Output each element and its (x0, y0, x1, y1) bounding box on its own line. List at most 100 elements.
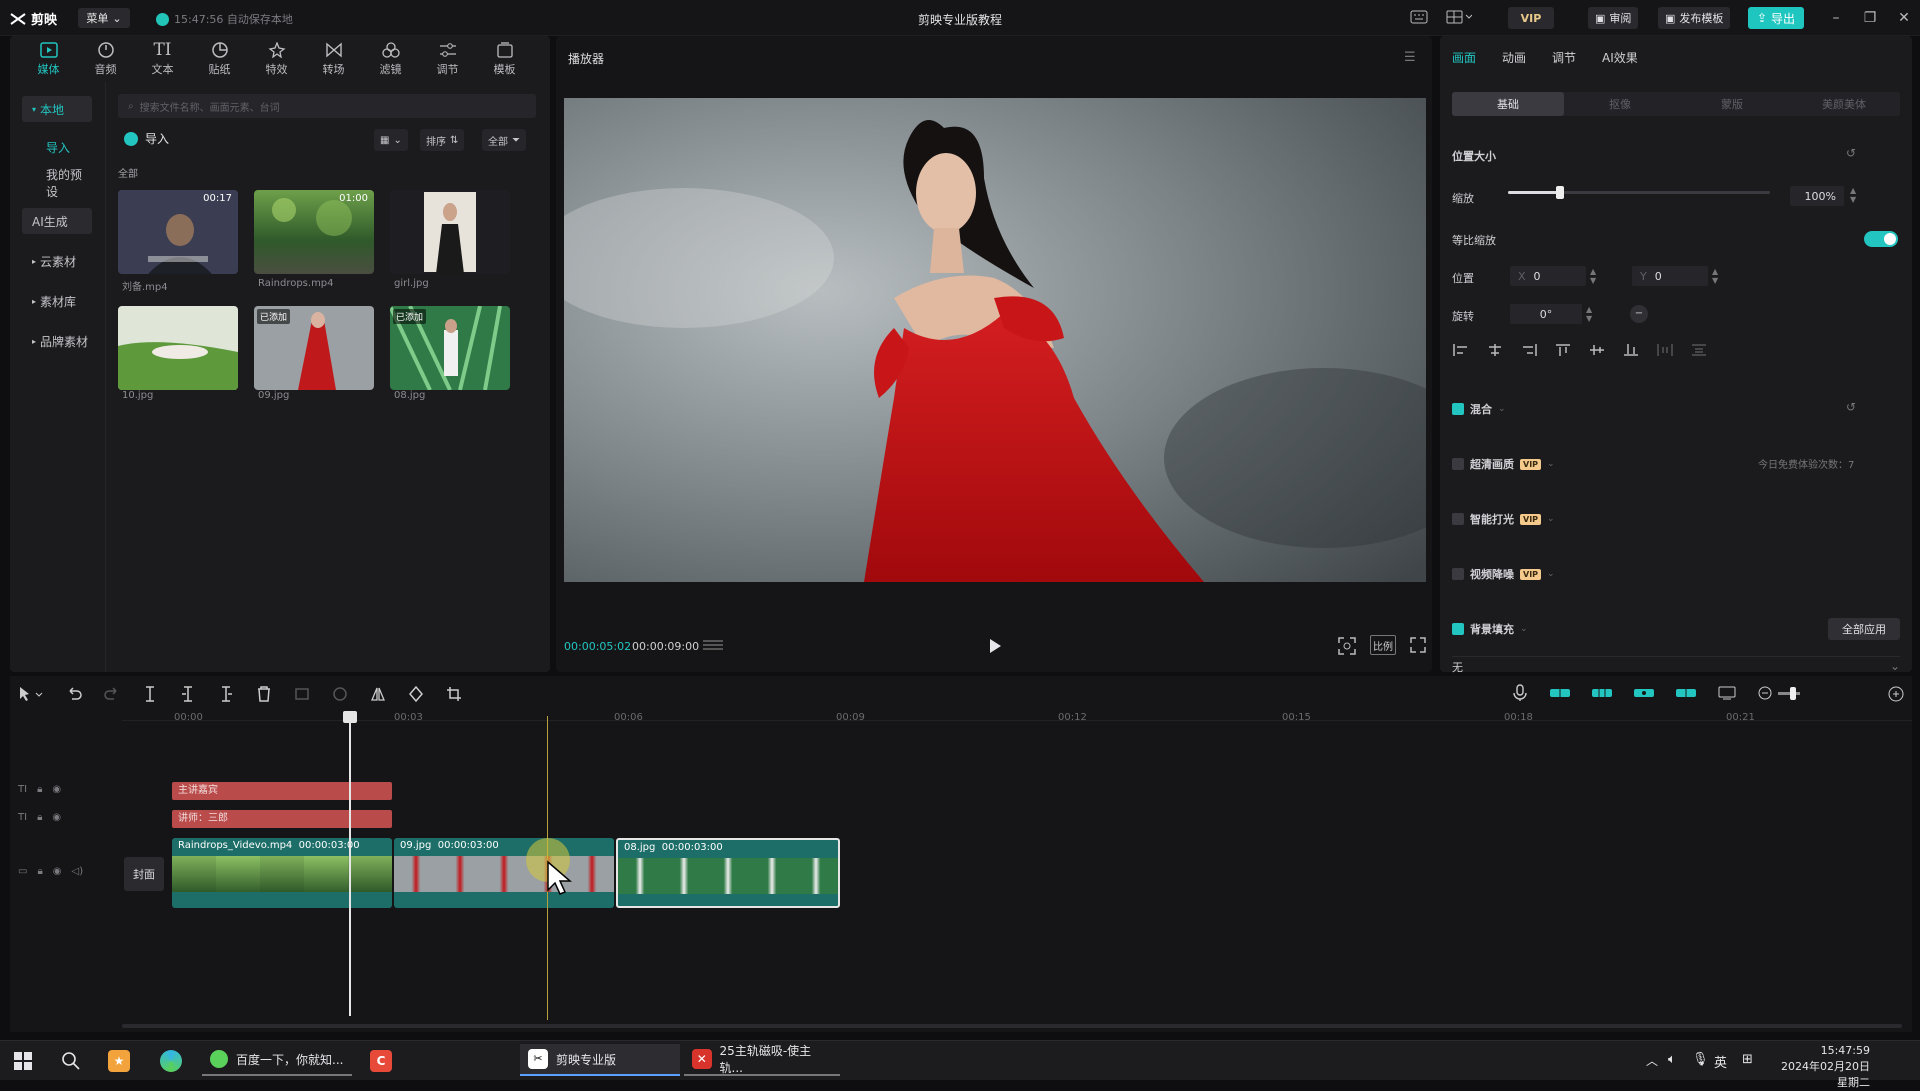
hd-checkbox[interactable] (1452, 458, 1464, 470)
align-center-h-icon[interactable] (1486, 343, 1504, 357)
align-left-icon[interactable] (1452, 343, 1470, 357)
subtab-beauty[interactable]: 美颜美体 (1788, 92, 1900, 116)
zoom-out-icon[interactable] (1758, 686, 1772, 700)
tab-text[interactable]: TI 文本 (134, 36, 191, 82)
subtab-basic[interactable]: 基础 (1452, 92, 1564, 116)
eye-icon[interactable]: ◉ (52, 812, 61, 823)
play-icon[interactable] (988, 638, 1002, 654)
layout-icon[interactable] (1446, 10, 1472, 24)
edge-browser-icon[interactable] (160, 1050, 182, 1072)
media-item[interactable]: 已添加 (254, 306, 374, 390)
position-x-input[interactable]: X0 (1510, 266, 1586, 286)
menu-button[interactable]: 菜单 ⌄ (78, 8, 130, 28)
tab-picture[interactable]: 画面 (1452, 49, 1476, 66)
mirror-icon[interactable] (370, 686, 386, 702)
media-search-input[interactable]: ⌕ 搜索文件名称、画面元素、台词 (118, 94, 536, 118)
shortcut-keyboard-icon[interactable] (1410, 10, 1428, 24)
delete-icon[interactable] (256, 686, 272, 702)
import-button[interactable]: 导入 (124, 130, 169, 147)
bg-fill-select[interactable]: 无 ⌄ (1452, 656, 1900, 674)
rotate-dial-icon[interactable]: − (1630, 305, 1648, 323)
zoom-fit-icon[interactable] (1888, 686, 1904, 702)
chevron-up-icon[interactable]: ︿ (1646, 1052, 1658, 1069)
scale-stepper-icon[interactable]: ▲ ▼ (1850, 186, 1856, 204)
nav-import[interactable]: 导入 (22, 134, 92, 160)
tab-adjust[interactable]: 调节 (419, 36, 476, 82)
taskbar-app-browser[interactable]: 百度一下，你就知... (202, 1044, 352, 1076)
position-y-input[interactable]: Y0 (1632, 266, 1708, 286)
align-center-v-icon[interactable] (1588, 343, 1606, 357)
nav-local[interactable]: ▾ 本地 (22, 96, 92, 122)
denoise-checkbox[interactable] (1452, 568, 1464, 580)
ime-language[interactable]: 英 (1714, 1052, 1727, 1071)
subtab-mask[interactable]: 蒙版 (1676, 92, 1788, 116)
tab-effects[interactable]: 特效 (248, 36, 305, 82)
restore-icon[interactable]: ❐ (1862, 10, 1878, 26)
rotate-input[interactable]: 0° (1510, 304, 1582, 324)
align-bottom-icon[interactable] (1622, 343, 1640, 357)
y-stepper-icon[interactable]: ▲ ▼ (1712, 267, 1718, 285)
tab-animation[interactable]: 动画 (1502, 49, 1526, 66)
bg-fill-checkbox[interactable] (1452, 623, 1464, 635)
text-clip[interactable]: 讲师：三郎 (172, 810, 392, 828)
fullscreen-icon[interactable] (1410, 637, 1426, 653)
reset-icon[interactable]: ↺ (1846, 146, 1856, 160)
close-icon[interactable]: ✕ (1896, 10, 1912, 26)
x-stepper-icon[interactable]: ▲ ▼ (1590, 267, 1596, 285)
blend-section[interactable]: 混合 ⌄ (1452, 401, 1506, 417)
windows-start-icon[interactable] (14, 1052, 32, 1070)
vip-button[interactable]: VIP (1508, 7, 1554, 29)
rotate-icon[interactable] (408, 686, 424, 702)
filter-button[interactable]: 全部 ⏷ (482, 129, 526, 151)
split-icon[interactable] (142, 686, 158, 702)
system-clock[interactable]: 15:47:59 2024年02月20日 星期二 (1770, 1043, 1870, 1091)
app-star-icon[interactable]: ★ (108, 1050, 130, 1072)
scale-slider-handle[interactable] (1556, 186, 1565, 199)
scale-slider[interactable] (1508, 186, 1770, 199)
fit-timeline-icon[interactable] (1718, 686, 1736, 700)
proportional-toggle[interactable] (1864, 231, 1898, 247)
rotate-stepper-icon[interactable]: ▲ ▼ (1586, 305, 1592, 323)
blend-checkbox[interactable] (1452, 403, 1464, 415)
media-item[interactable]: 01:00 (254, 190, 374, 274)
media-item[interactable]: 已添加 (390, 306, 510, 390)
ratio-button[interactable]: 比例 (1370, 635, 1396, 655)
lock-icon[interactable]: 🔒︎ (37, 866, 42, 877)
app-red-icon[interactable]: C (370, 1050, 392, 1072)
microphone-icon[interactable]: 🎙︎ (1692, 1052, 1709, 1067)
apply-all-button[interactable]: 全部应用 (1828, 618, 1900, 640)
split-left-icon[interactable] (180, 686, 196, 702)
tab-sticker[interactable]: 贴纸 (191, 36, 248, 82)
auto-snap-icon[interactable] (1592, 687, 1612, 699)
lock-icon[interactable]: 🔒︎ (37, 784, 42, 795)
nav-cloud[interactable]: ▸ 云素材 (22, 248, 92, 274)
distribute-h-icon[interactable] (1656, 343, 1674, 357)
eye-icon[interactable]: ◉ (52, 784, 61, 795)
reverse-icon[interactable] (332, 686, 348, 702)
nav-library[interactable]: ▸ 素材库 (22, 288, 92, 314)
microphone-icon[interactable] (1512, 684, 1528, 702)
tab-audio[interactable]: 音频 (77, 36, 134, 82)
distribute-v-icon[interactable] (1690, 343, 1708, 357)
split-right-icon[interactable] (218, 686, 234, 702)
review-button[interactable]: ▣ 审阅 (1588, 7, 1639, 29)
video-clip-selected[interactable]: 08.jpg 00:00:03:00 (616, 838, 840, 908)
timeline-scrollbar[interactable] (122, 1024, 1902, 1028)
speaker-icon[interactable]: 🔈︎ (1668, 1052, 1676, 1067)
taskbar-app-capcut[interactable]: ✂ 剪映专业版 (520, 1044, 680, 1076)
undo-icon[interactable] (66, 686, 82, 702)
media-item[interactable]: 00:17 (118, 190, 238, 274)
main-track-magnet-icon[interactable] (1550, 687, 1570, 699)
tab-filter[interactable]: 滤镜 (362, 36, 419, 82)
tab-media[interactable]: 媒体 (20, 36, 77, 82)
cover-button[interactable]: 封面 (124, 857, 164, 891)
align-top-icon[interactable] (1554, 343, 1572, 357)
view-mode-button[interactable]: ▦ ⌄ (374, 129, 408, 151)
fit-screen-icon[interactable] (1338, 637, 1356, 655)
tab-template[interactable]: 模板 (476, 36, 533, 82)
player-menu-icon[interactable]: ☰ (1404, 50, 1416, 65)
zoom-slider[interactable] (1778, 686, 1800, 700)
smart-light-section[interactable]: 智能打光 VIP ⌄ (1452, 511, 1555, 527)
nav-brand[interactable]: ▸ 品牌素材 (22, 328, 92, 354)
denoise-section[interactable]: 视频降噪 VIP ⌄ (1452, 566, 1555, 582)
